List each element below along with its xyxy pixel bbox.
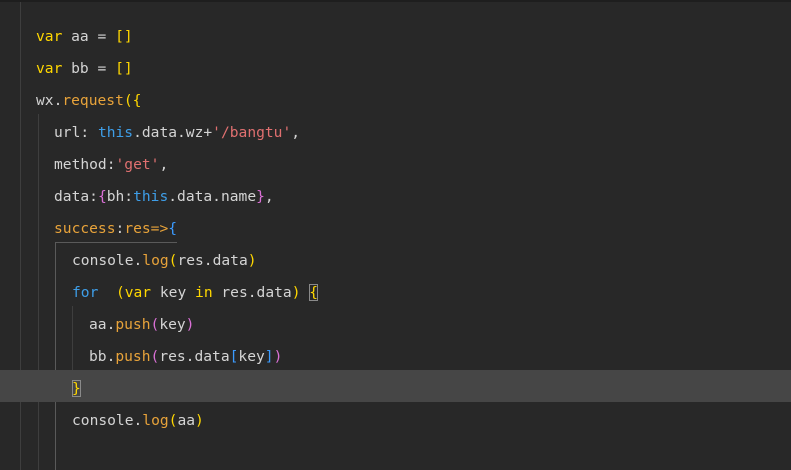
code-token: ) [273, 348, 283, 365]
code-token: } [256, 188, 265, 205]
code-token: for [72, 284, 99, 301]
code-token: bh: [106, 188, 134, 205]
code-token: { [168, 220, 178, 237]
code-token: aa = [62, 28, 116, 45]
code-token: aa. [89, 316, 116, 333]
matching-bracket: { [309, 284, 319, 301]
code-line[interactable]: url: this.data.wz+'/bangtu', [54, 117, 300, 149]
code-line[interactable]: success:res=>{ [54, 213, 177, 245]
code-token: ( [150, 348, 160, 365]
code-token: bb = [62, 60, 116, 77]
code-token: [] [115, 28, 133, 45]
code-token: log [142, 412, 169, 429]
code-token: , [264, 188, 274, 205]
code-token: [] [115, 60, 133, 77]
code-token: push [115, 348, 151, 365]
code-token: in [195, 284, 213, 301]
code-token: this [133, 188, 169, 205]
code-line[interactable]: var aa = [] [36, 21, 133, 53]
code-token: console. [72, 412, 143, 429]
code-token: url: [54, 124, 98, 141]
matching-bracket: } [72, 380, 81, 397]
code-token: ( [150, 316, 160, 333]
code-token: .data.name [168, 188, 257, 205]
code-line[interactable]: aa.push(key) [89, 309, 194, 341]
code-line[interactable]: data:{bh:this.data.name}, [54, 181, 274, 213]
code-line[interactable]: var bb = [] [36, 53, 133, 85]
code-line[interactable]: for (var key in res.data) { [72, 277, 319, 309]
code-line[interactable]: console.log(res.data) [72, 245, 257, 277]
code-token: key [151, 284, 196, 301]
code-token: res.data [159, 348, 230, 365]
code-token: , [291, 124, 301, 141]
code-token: '/bangtu' [212, 124, 292, 141]
code-token: , [159, 156, 169, 173]
code-token: data: [54, 188, 98, 205]
code-token: res [124, 220, 151, 237]
code-token: this [97, 124, 134, 141]
code-token: console. [72, 252, 143, 269]
code-token: res.data [212, 284, 292, 301]
code-editor[interactable]: var aa = [] var bb = [] wx.request({url: t… [0, 2, 791, 470]
code-token: 'get' [115, 156, 160, 173]
indent-guide [55, 242, 56, 470]
indent-guide [72, 306, 73, 370]
code-token: ( [115, 284, 125, 301]
code-token: ) [247, 252, 257, 269]
code-token: push [115, 316, 151, 333]
code-token: ({ [123, 92, 142, 109]
indent-guide [38, 114, 39, 470]
code-line[interactable]: bb.push(res.data[key]) [89, 341, 282, 373]
code-token: ) [185, 316, 195, 333]
code-token: var [36, 28, 63, 45]
code-token: request [62, 92, 124, 109]
code-token: ] [264, 348, 274, 365]
code-line[interactable]: wx.request({ [36, 85, 141, 117]
code-token: : [115, 220, 125, 237]
code-line[interactable]: console.log(aa) [72, 405, 204, 437]
code-token: var [36, 60, 63, 77]
code-token: => [150, 220, 169, 237]
code-token: bb. [89, 348, 116, 365]
code-token: aa [177, 412, 196, 429]
code-token: wx. [36, 92, 63, 109]
code-token: .data.wz+ [133, 124, 213, 141]
code-token: { [97, 188, 107, 205]
current-line-highlight [0, 370, 791, 402]
code-token: method: [54, 156, 116, 173]
code-token: key [159, 316, 186, 333]
code-token: log [142, 252, 169, 269]
code-token: success [54, 220, 116, 237]
code-token: var [124, 284, 152, 301]
code-token: key [238, 348, 265, 365]
code-token: ) [195, 412, 204, 429]
code-token: res.data [177, 252, 248, 269]
code-line[interactable]: method:'get', [54, 149, 168, 181]
code-line[interactable]: } [72, 373, 81, 405]
